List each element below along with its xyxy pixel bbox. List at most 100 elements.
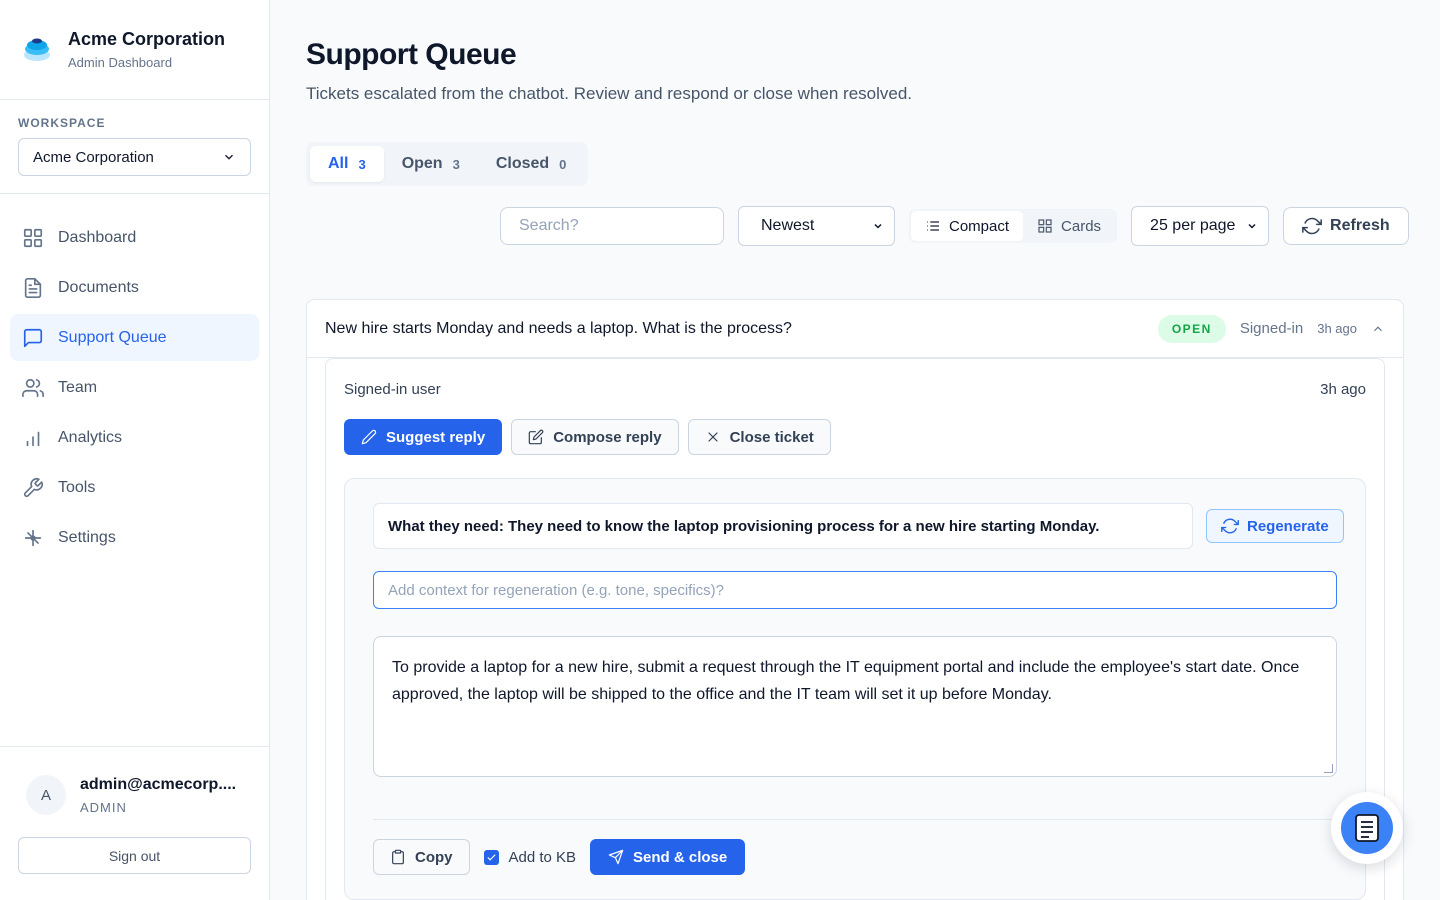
checkbox-checked[interactable] [483,849,499,865]
divider [373,819,1337,820]
tab-all[interactable]: All 3 [310,146,384,182]
ticket-actions: Suggest reply Compose reply Close ticket [344,419,840,455]
copy-button[interactable]: Copy [373,839,470,875]
sidebar-item-label: Tools [58,478,96,496]
sidebar-item-label: Settings [58,528,116,546]
brand-subtitle: Admin Dashboard [68,55,173,70]
workspace-select[interactable]: Acme Corporation [18,138,251,176]
brand-logo-icon [24,38,50,61]
close-ticket-label: Close ticket [729,428,814,446]
reply-textarea[interactable]: To provide a laptop for a new hire, subm… [373,636,1337,777]
chevron-down-icon [1248,223,1256,229]
sort-select-value: Newest [761,217,815,234]
avatar: A [26,775,66,815]
pencil-icon [361,429,377,445]
per-page-value: 25 per page [1150,217,1236,234]
list-icon [927,221,939,231]
page-title: Support Queue [306,38,517,71]
page-subtitle: Tickets escalated from the chatbot. Revi… [306,84,913,103]
copy-label: Copy [415,848,453,866]
brand-name: Acme Corporation [68,29,226,49]
check-icon [486,853,496,861]
search-input[interactable] [500,207,724,245]
context-input[interactable] [373,571,1337,609]
grid-icon [23,228,43,247]
refresh-icon [1221,518,1239,534]
brand: Acme Corporation Admin Dashboard [0,0,269,100]
tab-closed[interactable]: Closed 0 [478,146,585,182]
tab-label: All [328,155,349,172]
ticket-header[interactable]: New hire starts Monday and needs a lapto… [307,300,1403,358]
settings-icon [24,529,42,546]
refresh-button[interactable]: Refresh [1283,207,1409,245]
workspace-section: WORKSPACE Acme Corporation [0,100,269,194]
sidebar-item-support-queue[interactable]: Support Queue [10,314,259,361]
status-tabs: All 3 Open 3 Closed 0 [306,142,589,186]
close-icon [707,432,718,442]
suggest-reply-button[interactable]: Suggest reply [344,419,503,455]
send-and-close-label: Send & close [633,848,728,866]
reply-actions: Copy Add to KB Send & close [373,839,746,875]
sidebar-nav: Dashboard Documents Support Queue Team A… [0,194,269,584]
user-email: admin@acmecorp.... [80,775,237,793]
close-ticket-button[interactable]: Close ticket [687,419,831,455]
regenerate-button[interactable]: Regenerate [1206,509,1344,543]
view-toggle: Compact Cards [909,209,1118,243]
sidebar-item-tools[interactable]: Tools [10,464,259,511]
sign-out-button[interactable]: Sign out [18,837,251,874]
floating-docs-button[interactable] [1331,792,1403,864]
sidebar-item-dashboard[interactable]: Dashboard [10,214,259,261]
clipboard-icon [392,849,404,865]
tab-count: 3 [452,156,460,172]
suggest-reply-label: Suggest reply [386,428,486,446]
user-role: ADMIN [80,799,127,815]
sort-select[interactable]: Newest [738,206,895,246]
regenerate-label: Regenerate [1247,517,1329,535]
ticket-time: 3h ago [1317,321,1357,336]
view-compact-button[interactable]: Compact [911,211,1024,241]
view-compact-label: Compact [949,217,1010,235]
reply-panel: What they need: They need to know the la… [344,478,1366,900]
ticket-question: New hire starts Monday and needs a lapto… [325,319,792,337]
add-to-kb-checkbox[interactable]: Add to KB [483,848,577,866]
need-summary: What they need: They need to know the la… [373,503,1193,549]
chat-icon [23,328,43,347]
ticket-detail: Signed-in user 3h ago Suggest reply Comp… [325,358,1385,900]
fab-circle [1341,802,1393,854]
sidebar-item-analytics[interactable]: Analytics [10,414,259,461]
sidebar-item-label: Documents [58,278,139,296]
ticket-detail-time: 3h ago [1320,381,1366,398]
tab-open[interactable]: Open 3 [384,146,478,182]
sidebar-item-team[interactable]: Team [10,364,259,411]
resize-handle[interactable] [1324,764,1333,773]
bar-chart-icon [26,431,40,446]
sidebar-item-documents[interactable]: Documents [10,264,259,311]
toolbar: Newest Compact Cards 25 per page Refresh [500,206,1409,246]
sidebar-item-label: Dashboard [58,228,137,246]
send-icon [608,849,624,865]
ticket-user-label: Signed-in user [344,381,441,398]
tab-label: Closed [495,155,550,172]
compose-reply-button[interactable]: Compose reply [511,419,679,455]
sidebar-item-label: Team [58,378,98,396]
chevron-up-icon[interactable] [1371,322,1385,336]
ticket-source: Signed-in [1239,320,1304,337]
tab-count: 0 [559,156,567,172]
document-icon [1355,814,1379,842]
user-profile[interactable]: A admin@acmecorp.... ADMIN [18,765,251,825]
ticket-card: New hire starts Monday and needs a lapto… [306,299,1404,900]
chevron-down-icon [225,154,233,160]
sidebar-item-settings[interactable]: Settings [10,514,259,561]
sidebar-item-label: Support Queue [58,328,167,346]
send-and-close-button[interactable]: Send & close [590,839,746,875]
view-cards-button[interactable]: Cards [1023,211,1115,241]
workspace-label: WORKSPACE [18,116,106,130]
edit-icon [528,429,544,445]
refresh-label: Refresh [1330,217,1390,234]
tab-label: Open [401,155,443,172]
sidebar: Acme Corporation Admin Dashboard WORKSPA… [0,0,270,900]
wrench-icon [23,477,43,497]
status-badge: OPEN [1157,314,1226,343]
add-to-kb-label: Add to KB [508,848,577,866]
per-page-select[interactable]: 25 per page [1131,206,1270,246]
